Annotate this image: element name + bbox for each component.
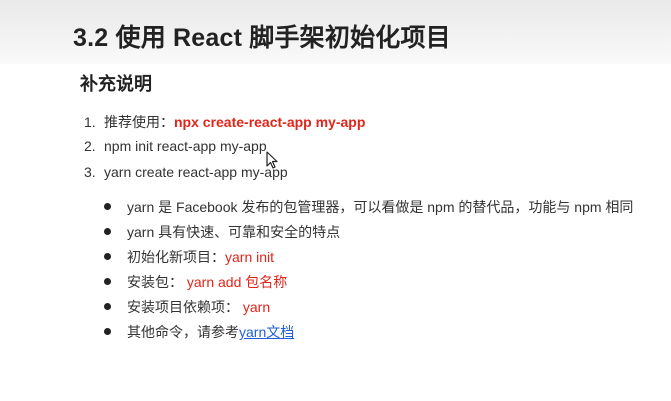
bullet-text: 其他命令，请参考 bbox=[127, 324, 239, 340]
item-text: 推荐使用： bbox=[104, 114, 174, 130]
bullet-icon bbox=[104, 202, 111, 210]
item-text: yarn create react-app my-app bbox=[104, 164, 288, 180]
numbered-item-3: 3. yarn create react-app my-app bbox=[84, 164, 288, 180]
bullet-icon bbox=[104, 327, 111, 335]
bullet-item-4: 安装包： yarn add 包名称 bbox=[104, 272, 287, 292]
command-highlight: npx create-react-app my-app bbox=[174, 114, 366, 130]
command-highlight: yarn add 包名称 bbox=[186, 274, 288, 290]
numbered-item-2: 2. npm init react-app my-app bbox=[84, 138, 267, 154]
item-text: npm init react-app my-app bbox=[104, 138, 267, 154]
bullet-text: yarn 是 Facebook 发布的包管理器，可以看做是 npm 的替代品，功… bbox=[127, 199, 634, 215]
bullet-item-2: yarn 具有快速、可靠和安全的特点 bbox=[104, 222, 340, 242]
item-number: 3. bbox=[84, 164, 96, 180]
bullet-item-1: yarn 是 Facebook 发布的包管理器，可以看做是 npm 的替代品，功… bbox=[104, 197, 633, 217]
section-heading: 补充说明 bbox=[80, 74, 152, 94]
mouse-pointer-icon bbox=[266, 151, 278, 169]
bullet-text: 安装包： bbox=[127, 274, 187, 290]
item-number: 1. bbox=[84, 114, 96, 130]
bullet-text: 安装项目依赖项： bbox=[127, 299, 243, 315]
bullet-item-5: 安装项目依赖项： yarn bbox=[104, 297, 270, 317]
bullet-text: 初始化新项目： bbox=[127, 249, 225, 265]
command-highlight: yarn bbox=[242, 299, 271, 315]
numbered-item-1: 1. 推荐使用：npx create-react-app my-app bbox=[84, 112, 365, 132]
bullet-icon bbox=[104, 302, 111, 310]
bullet-text: yarn 具有快速、可靠和安全的特点 bbox=[127, 224, 341, 240]
bullet-item-3: 初始化新项目：yarn init bbox=[104, 247, 274, 267]
bullet-icon bbox=[104, 252, 111, 260]
bullet-icon bbox=[104, 227, 111, 235]
yarn-docs-link[interactable]: yarn文档 bbox=[239, 324, 294, 340]
item-number: 2. bbox=[84, 138, 96, 154]
slide-title: 3.2 使用 React 脚手架初始化项目 bbox=[73, 24, 451, 52]
command-highlight: yarn init bbox=[225, 249, 275, 265]
bullet-item-6: 其他命令，请参考yarn文档 bbox=[104, 322, 294, 342]
bullet-icon bbox=[104, 277, 111, 285]
